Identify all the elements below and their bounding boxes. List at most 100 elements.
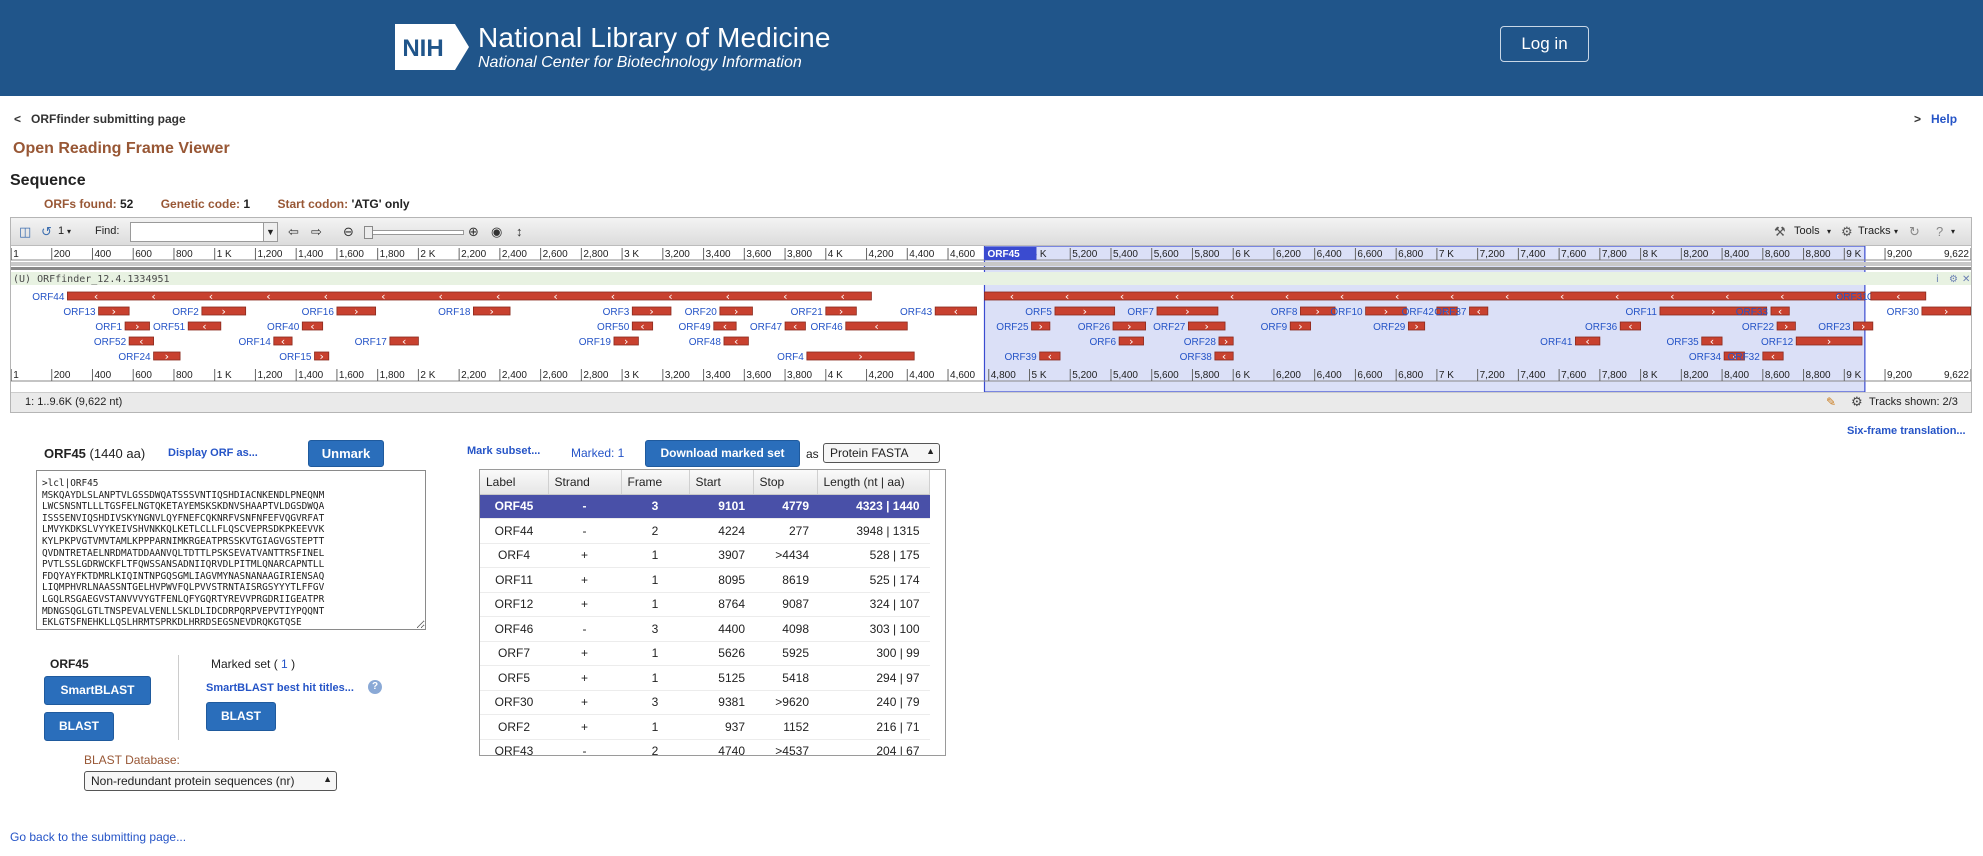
orf-feature-label[interactable]: ORF43 — [900, 307, 933, 318]
table-row[interactable]: ORF44-2 4224 277 3948 | 1315 — [480, 518, 930, 544]
orf-feature-label[interactable]: ORF28 — [1184, 337, 1217, 348]
track-info-icon[interactable]: i — [1936, 274, 1939, 285]
zoom-sequence-icon[interactable]: ◉ — [491, 224, 502, 240]
find-dropdown-icon[interactable]: ▼ — [263, 222, 278, 242]
table-row[interactable]: ORF2 +1 937 1152 216 | 71 — [480, 714, 930, 740]
zoom-slider[interactable] — [364, 230, 464, 235]
track-close-icon[interactable]: ✕ — [1962, 274, 1970, 285]
orf-feature-label[interactable]: ORF16 — [302, 307, 335, 318]
orf-feature-label[interactable]: ORF18 — [438, 307, 471, 318]
orf-feature-label[interactable]: ORF7 — [1127, 307, 1154, 318]
orf-feature-label[interactable]: ORF10 — [1330, 307, 1363, 318]
orf-feature-label[interactable]: ORF47 — [750, 322, 783, 333]
orf-feature-label[interactable]: ORF14 — [239, 337, 272, 348]
orf-feature-label[interactable]: ORF49 — [679, 322, 712, 333]
zoom-all-icon[interactable]: ↕ — [516, 224, 523, 239]
table-row[interactable]: ORF5 +1 5125 5418 294 | 97 — [480, 665, 930, 691]
table-row[interactable]: ORF45-3 9101 4779 4323 | 1440 — [480, 494, 930, 519]
orf-feature-label[interactable]: ORF1 — [95, 322, 122, 333]
zoom-out-icon[interactable]: ⊖ — [343, 224, 354, 240]
orf-feature-label[interactable]: ORF32 — [1728, 352, 1761, 363]
table-row[interactable]: ORF12 +1 8764 9087 324 | 107 — [480, 592, 930, 617]
orf-feature-label[interactable]: ORF46 — [811, 322, 844, 333]
orf-feature-label[interactable]: ORF2 — [172, 307, 199, 318]
back-link[interactable]: ORFfinder submitting page — [31, 112, 186, 126]
tracks-gear-icon[interactable]: ⚙ — [1841, 224, 1853, 240]
mark-subset-link[interactable]: Mark subset... — [467, 445, 540, 457]
blast-orf-button[interactable]: BLAST — [44, 712, 114, 741]
orf-feature-label[interactable]: ORF51 — [153, 322, 186, 333]
orf-feature-label[interactable]: ORF42 — [1402, 307, 1435, 318]
blast-db-select[interactable]: Non-redundant protein sequences (nr) ▲ — [84, 771, 337, 791]
orf-feature-label[interactable]: ORF40 — [267, 322, 300, 333]
column-header[interactable]: Stop — [753, 470, 818, 495]
column-header[interactable]: Length (nt | aa) — [817, 470, 930, 495]
six-frame-link[interactable]: Six-frame translation... — [1847, 425, 1966, 437]
table-row[interactable]: ORF43-2 4740 >4537 204 | 67 — [480, 739, 930, 755]
tools-chevron-icon[interactable]: ▾ — [1827, 227, 1831, 236]
orf-sequence-textarea[interactable]: >lcl|ORF45 MSKQAYDLSLANPTVLGSSDWQATSSSVN… — [36, 470, 426, 630]
orf-feature-label[interactable]: ORF13 — [63, 307, 96, 318]
column-header[interactable]: Strand — [548, 470, 622, 495]
edit-pencil-icon[interactable]: ✎ — [1826, 395, 1836, 409]
tracks-menu[interactable]: Tracks — [1858, 225, 1891, 237]
tracks-settings-icon[interactable]: ⚙ — [1851, 394, 1863, 410]
tracks-canvas[interactable]: 1 200 400 600 800 1 K 1,200 1,400 1,600 1,800 2 K 2… — [11, 246, 1971, 392]
smartblast-titles-link[interactable]: SmartBLAST best hit titles... — [206, 682, 354, 694]
help-circle-icon[interactable]: ? — [368, 680, 382, 694]
org-title[interactable]: National Library of Medicine — [478, 22, 831, 54]
orf-feature[interactable] — [984, 291, 1866, 301]
table-row[interactable]: ORF30 +3 9381 >9620 240 | 79 — [480, 690, 930, 715]
orf-feature-label[interactable]: ORF21 — [791, 307, 824, 318]
pan-right-icon[interactable]: ⇨ — [311, 224, 322, 240]
orf-feature[interactable] — [67, 291, 872, 301]
reload-icon[interactable]: ↻ — [1909, 224, 1920, 240]
orf-feature-label[interactable]: ORF27 — [1153, 322, 1186, 333]
column-header[interactable]: Frame — [621, 470, 690, 495]
orf-feature-label[interactable]: ORF44 — [32, 292, 65, 303]
undo-count[interactable]: 1 — [58, 225, 64, 237]
orf-feature-label[interactable]: ORF38 — [1180, 352, 1213, 363]
help-link[interactable]: Help — [1931, 112, 1957, 126]
table-row[interactable]: ORF11 +1 8095 8619 525 | 174 — [480, 567, 930, 593]
orf-feature-label[interactable]: ORF48 — [689, 337, 722, 348]
orf-feature-label[interactable]: ORF9 — [1261, 322, 1288, 333]
column-header[interactable]: Label — [480, 470, 549, 495]
orf-feature-label[interactable]: ORF5 — [1025, 307, 1052, 318]
help-icon[interactable]: ? — [1936, 224, 1943, 239]
tracks-area[interactable]: 1 200 400 600 800 1 K 1,200 1,400 1,600 1,800 2 K 2… — [11, 246, 1971, 392]
zoom-slider-thumb[interactable] — [364, 226, 373, 239]
orf-feature-label[interactable]: ORF6 — [1089, 337, 1116, 348]
orf-feature-label[interactable]: ORF36 — [1585, 322, 1618, 333]
orf-feature-label[interactable]: ORF3 — [603, 307, 630, 318]
orf-feature-label[interactable]: ORF39 — [1004, 352, 1037, 363]
tracks-chevron-icon[interactable]: ▾ — [1894, 227, 1898, 236]
orf-feature-label[interactable]: ORF35 — [1666, 337, 1699, 348]
help-chevron-icon[interactable]: ▾ — [1951, 227, 1955, 236]
undo-chevron-icon[interactable]: ▾ — [67, 227, 71, 236]
orf-feature-label[interactable]: ORF31 — [1836, 292, 1869, 303]
orf-table-container[interactable]: Label Strand Frame Start Stop Length (nt | aa… — [479, 469, 946, 756]
orf-feature-label[interactable]: ORF34 — [1689, 352, 1722, 363]
orf-feature-label[interactable]: ORF33 — [1736, 307, 1769, 318]
nih-logo[interactable]: NIH — [393, 22, 471, 72]
orf-feature-label[interactable]: ORF37 — [1434, 307, 1467, 318]
orf-feature-label[interactable]: ORF12 — [1761, 337, 1794, 348]
login-button[interactable]: Log in — [1500, 26, 1589, 62]
table-row[interactable]: ORF46-3 4400 4098 303 | 100 — [480, 616, 930, 642]
zoom-in-icon[interactable]: ⊕ — [468, 224, 479, 240]
tools-icon[interactable]: ⚒ — [1774, 224, 1786, 240]
find-input[interactable] — [130, 222, 277, 242]
orf-feature-label[interactable]: ORF4 — [777, 352, 804, 363]
undo-icon[interactable]: ↺ — [41, 224, 52, 240]
orf-feature-label[interactable]: ORF8 — [1271, 307, 1298, 318]
orf-feature-label[interactable]: ORF19 — [579, 337, 612, 348]
go-back-link[interactable]: Go back to the submitting page... — [10, 830, 186, 844]
pan-left-icon[interactable]: ⇦ — [288, 224, 299, 240]
orf-feature-label[interactable]: ORF22 — [1742, 322, 1775, 333]
track-settings-icon[interactable]: ⚙ — [1949, 274, 1958, 285]
orf-feature-label[interactable]: ORF11 — [1625, 307, 1657, 318]
blast-marked-button[interactable]: BLAST — [206, 702, 276, 731]
column-header[interactable]: Start — [689, 470, 754, 495]
orf-feature-label[interactable]: ORF41 — [1540, 337, 1573, 348]
